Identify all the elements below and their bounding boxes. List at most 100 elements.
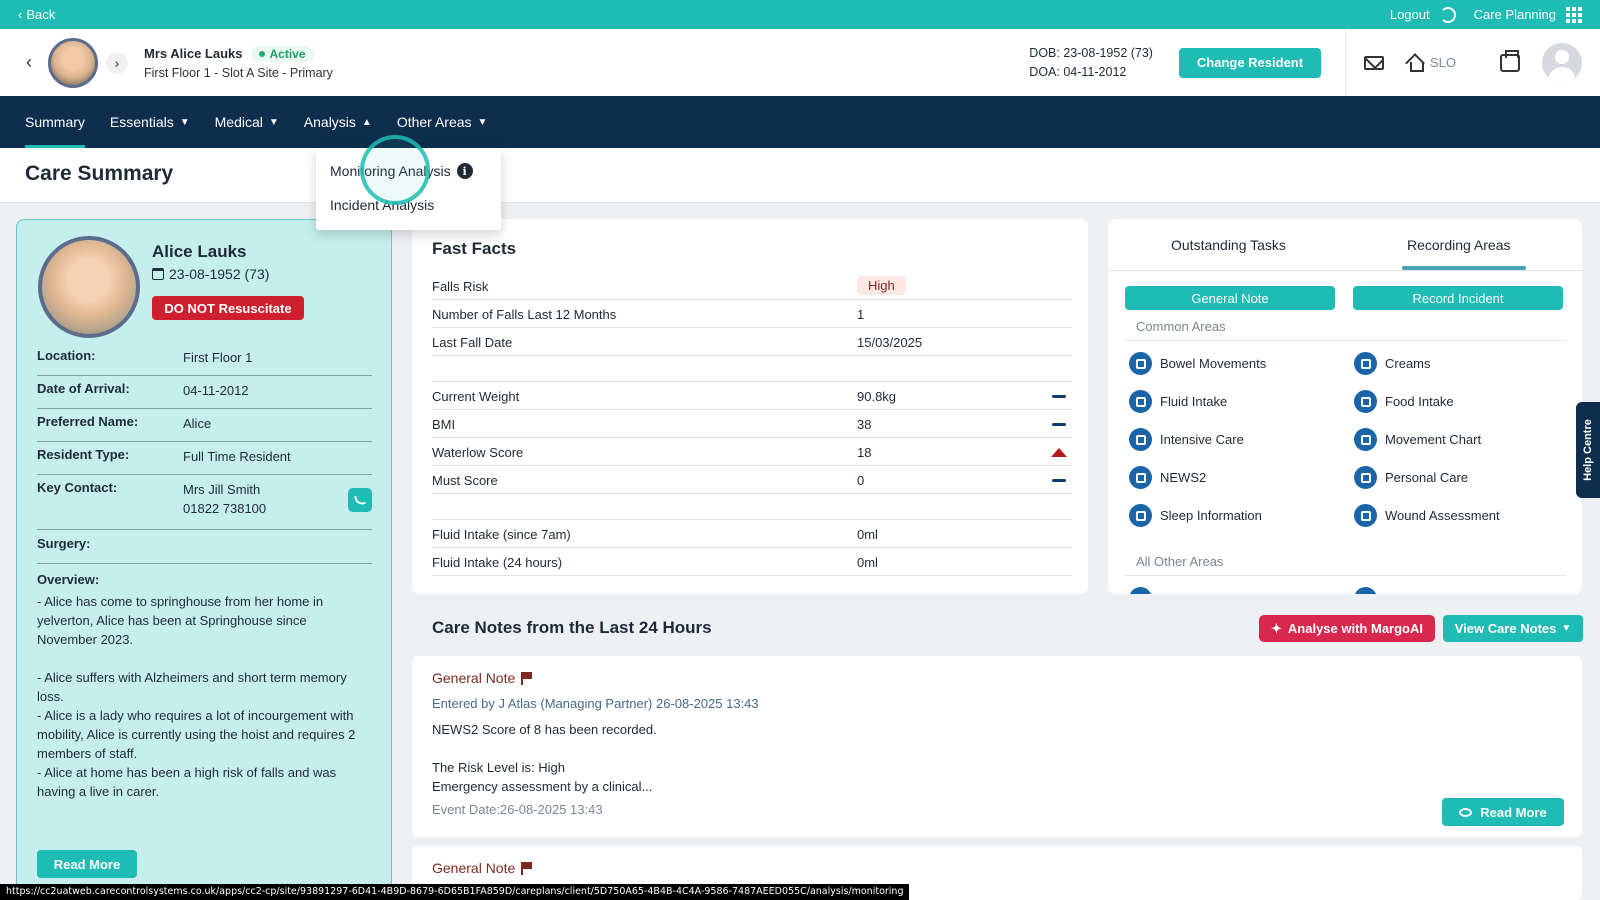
nav-analysis[interactable]: Analysis ▲ [304, 96, 372, 148]
dnr-badge: DO NOT Resuscitate [152, 296, 304, 320]
site-code: SLO [1429, 55, 1456, 70]
area-creams[interactable]: Creams [1354, 352, 1431, 375]
area-label: Food Intake [1385, 394, 1454, 409]
overview-label: Overview: [37, 572, 100, 587]
area-movement-chart[interactable]: Movement Chart [1354, 428, 1481, 451]
analyse-label: Analyse with MargoAI [1287, 621, 1423, 636]
fact-row: Last Fall Date 15/03/2025 [432, 328, 1072, 356]
profile-name: Alice Lauks [152, 242, 247, 261]
trend-up-icon [1051, 448, 1067, 457]
tab-recording-areas[interactable]: Recording Areas [1407, 237, 1511, 253]
logout-link[interactable]: Logout [1390, 7, 1430, 22]
note-title: General Note [432, 670, 533, 686]
profile-row-preferred-name: Preferred Name: Alice [37, 414, 372, 442]
nav-summary[interactable]: Summary [25, 96, 85, 148]
fact-row: BMI 38 [432, 410, 1072, 438]
main-nav: Summary Essentials ▼ Medical ▼ Analysis … [0, 96, 1600, 148]
divider [1124, 340, 1566, 341]
general-note-button[interactable]: General Note [1125, 286, 1335, 310]
area-fluid-intake[interactable]: Fluid Intake [1129, 390, 1227, 413]
eye-icon [1459, 807, 1473, 817]
fast-facts-title: Fast Facts [432, 239, 517, 258]
resident-header: ‹ › Mrs Alice Lauks Active First Floor 1… [0, 29, 1600, 96]
change-resident-button[interactable]: Change Resident [1178, 47, 1321, 78]
note-read-more-button[interactable]: Read More [1442, 798, 1564, 826]
chevron-down-icon: ▼ [268, 116, 279, 128]
calendar-icon [152, 268, 164, 280]
info-icon[interactable]: i [456, 163, 473, 179]
area-wound-assessment[interactable]: Wound Assessment [1354, 504, 1500, 527]
intensive-care-icon [1129, 428, 1152, 451]
recording-panel: Outstanding Tasks Recording Areas Genera… [1108, 219, 1582, 594]
row-label: Location: [37, 348, 96, 363]
profile-row-resident-type: Resident Type: Full Time Resident [37, 447, 372, 475]
nav-medical[interactable]: Medical ▼ [215, 96, 279, 148]
site-home-link[interactable]: SLO [1406, 55, 1456, 72]
area-news2[interactable]: NEWS2 [1129, 466, 1206, 489]
area-icon-partial [1129, 587, 1152, 594]
fact-value: 15/03/2025 [857, 335, 923, 350]
area-sleep-information[interactable]: Sleep Information [1129, 504, 1262, 527]
profile-row-key-contact: Key Contact: Mrs Jill Smith 01822 738100 [37, 480, 372, 530]
user-avatar[interactable] [1542, 42, 1582, 83]
nav-medical-label: Medical [214, 114, 263, 130]
area-personal-care[interactable]: Personal Care [1354, 466, 1468, 489]
nav-essentials[interactable]: Essentials ▼ [110, 96, 190, 148]
fact-row: Number of Falls Last 12 Months 1 [432, 300, 1072, 328]
fact-value: 38 [857, 417, 872, 432]
row-label: Resident Type: [37, 447, 130, 462]
nav-essentials-label: Essentials [109, 114, 174, 130]
note-title-text: General Note [432, 670, 516, 686]
home-icon [1406, 55, 1424, 72]
heart-icon [1354, 466, 1377, 489]
nav-analysis-label: Analysis [303, 114, 356, 130]
contact-name: Mrs Jill Smith [183, 482, 261, 497]
profile-dob: 23-08-1952 (73) [152, 266, 269, 282]
care-planning-label[interactable]: Care Planning [1474, 7, 1556, 22]
fact-value: 0ml [857, 555, 878, 570]
profile-row-arrival: Date of Arrival: 04-11-2012 [37, 381, 372, 409]
apps-grid-icon[interactable] [1566, 6, 1582, 23]
area-bowel-movements[interactable]: Bowel Movements [1129, 352, 1266, 375]
phone-icon [354, 494, 366, 506]
resident-avatar-small [48, 37, 98, 88]
print-icon[interactable] [1500, 49, 1520, 72]
chevron-down-icon: ▼ [1561, 623, 1572, 634]
note-body: NEWS2 Score of 8 has been recorded. The … [432, 720, 657, 796]
profile-read-more-button[interactable]: Read More [37, 850, 137, 878]
fact-label: Last Fall Date [432, 335, 513, 350]
prev-resident-chevron-icon[interactable]: ‹ [18, 52, 40, 74]
logout-icon[interactable] [1439, 6, 1456, 23]
fact-value: 0ml [857, 527, 878, 542]
area-intensive-care[interactable]: Intensive Care [1129, 428, 1244, 451]
row-label: Preferred Name: [37, 414, 139, 429]
back-link[interactable]: ‹ Back [18, 7, 55, 22]
top-bar: ‹ Back Logout Care Planning [0, 0, 1600, 29]
tab-outstanding-tasks[interactable]: Outstanding Tasks [1171, 237, 1286, 253]
nav-summary-label: Summary [25, 114, 85, 130]
nav-other-areas-label: Other Areas [396, 114, 472, 130]
analyse-margoai-button[interactable]: ✦ Analyse with MargoAI [1259, 615, 1435, 642]
call-contact-button[interactable] [348, 488, 372, 512]
panel-tabs: Outstanding Tasks Recording Areas [1108, 219, 1582, 271]
next-resident-chevron-icon[interactable]: › [106, 51, 128, 74]
row-label: Surgery: [37, 536, 91, 551]
resident-location: First Floor 1 - Slot A Site - Primary [144, 65, 333, 80]
profile-row-surgery: Surgery: [37, 536, 372, 564]
mail-icon[interactable] [1363, 55, 1384, 70]
fact-row: Waterlow Score 18 [432, 438, 1072, 466]
profile-row-location: Location: First Floor 1 [37, 348, 372, 376]
read-more-label: Read More [1480, 804, 1547, 820]
note-entered-by: Entered by J Atlas (Managing Partner) 26… [432, 696, 759, 711]
care-note-card: General Note Entered by J Atlas (Managin… [412, 656, 1582, 837]
note-line: The Risk Level is: High [432, 760, 565, 775]
resident-profile-card: Alice Lauks 23-08-1952 (73) DO NOT Resus… [16, 219, 392, 900]
area-label: Movement Chart [1385, 432, 1482, 447]
fact-value: 0 [857, 473, 865, 488]
note-event-date: Event Date:26-08-2025 13:43 [432, 802, 603, 817]
chevron-down-icon: ▼ [477, 116, 488, 128]
record-incident-button[interactable]: Record Incident [1353, 286, 1563, 310]
view-care-notes-button[interactable]: View Care Notes ▼ [1443, 615, 1583, 642]
area-food-intake[interactable]: Food Intake [1354, 390, 1454, 413]
help-centre-tab[interactable]: Help Centre [1576, 402, 1600, 498]
